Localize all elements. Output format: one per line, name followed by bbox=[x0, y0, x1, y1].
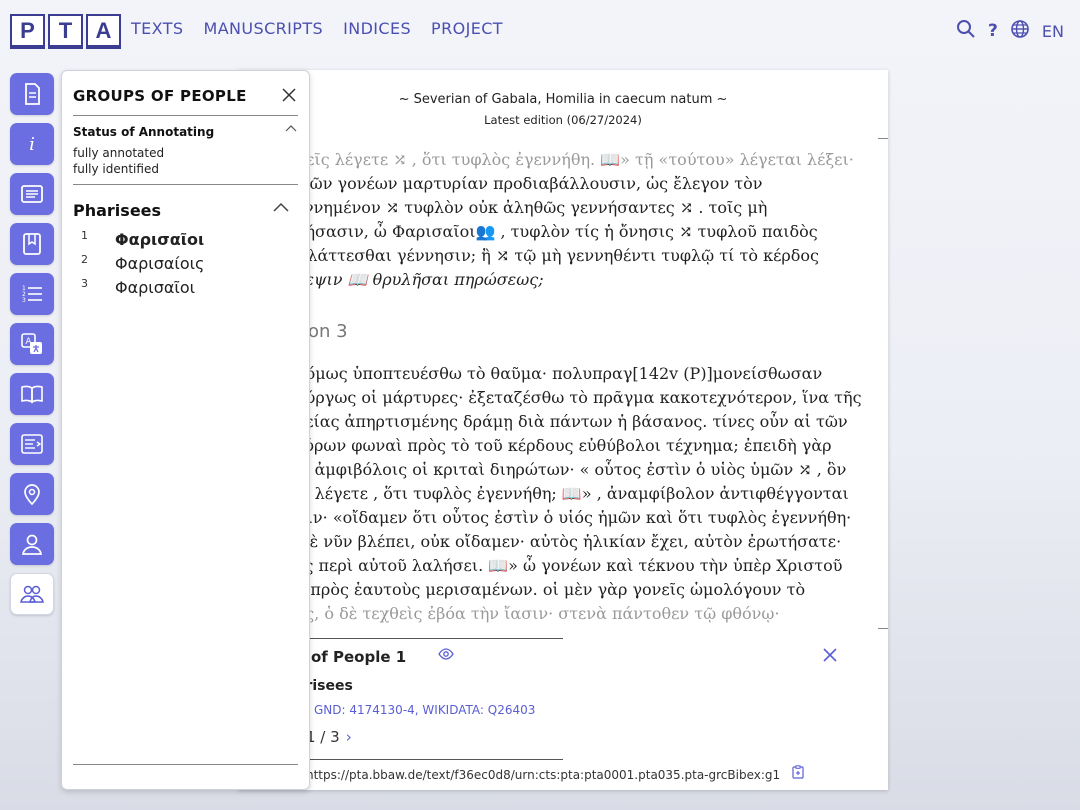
book-icon bbox=[21, 385, 43, 404]
location-icon bbox=[24, 484, 40, 506]
authority-ids[interactable]: GND: 4174130-4, WIKIDATA: Q26403 bbox=[314, 703, 535, 717]
close-icon[interactable] bbox=[822, 644, 838, 668]
document-edition[interactable]: Latest edition (06/27/2024) bbox=[238, 113, 888, 127]
align-icon bbox=[21, 434, 43, 454]
groups-button[interactable] bbox=[10, 573, 54, 615]
item-word: Φαρισαῖοι bbox=[115, 277, 196, 297]
divider bbox=[73, 764, 298, 765]
text-button[interactable] bbox=[10, 173, 54, 215]
document-button[interactable] bbox=[10, 73, 54, 115]
list-item[interactable]: 2 Φαρισαίοις bbox=[81, 251, 204, 275]
occurrence-list: 1 Φαρισαῖοι 2 Φαρισαίοις 3 Φαρισαῖοι bbox=[81, 227, 204, 299]
citation-url: https://pta.bbaw.de/text/f36ec0d8/urn:ct… bbox=[306, 765, 804, 782]
text-line: βλεψιν 📖 θρυλῆσαι πηρώσεως; bbox=[286, 270, 544, 289]
page-counter: 1 / 3 bbox=[306, 728, 340, 746]
citation-url-text: https://pta.bbaw.de/text/f36ec0d8/urn:ct… bbox=[306, 768, 781, 782]
status-values: fully annotated fully identified bbox=[73, 145, 164, 177]
nav-indices[interactable]: INDICES bbox=[343, 19, 411, 38]
top-bar: P T A TEXTS MANUSCRIPTS INDICES PROJECT … bbox=[0, 0, 1080, 62]
person-button[interactable] bbox=[10, 523, 54, 565]
document-header: ~ Severian of Gabala, Homilia in caecum … bbox=[238, 92, 888, 127]
document-view: ~ Severian of Gabala, Homilia in caecum … bbox=[238, 70, 888, 790]
book-button[interactable] bbox=[10, 373, 54, 415]
text-icon bbox=[21, 185, 43, 203]
groups-panel: GROUPS OF PEOPLE Status of Annotating fu… bbox=[61, 70, 310, 790]
panel-title: GROUPS OF PEOPLE bbox=[73, 87, 247, 105]
text-line: τὸς περὶ αὐτοῦ λαλήσει. 📖» ὦ γονέων καὶ … bbox=[286, 556, 843, 575]
text-line: ς δὲ νῦν βλέπει, οὐκ οἴδαμεν· αὐτὸς ἡλικ… bbox=[286, 532, 842, 551]
divider bbox=[73, 184, 298, 185]
globe-icon[interactable] bbox=[1010, 19, 1030, 43]
list-item[interactable]: 1 Φαρισαῖοι bbox=[81, 227, 204, 251]
group-name[interactable]: Pharisees bbox=[73, 201, 161, 220]
divider bbox=[73, 115, 298, 116]
document-title: ~ Severian of Gabala, Homilia in caecum … bbox=[398, 92, 728, 107]
bookmark-icon bbox=[23, 233, 41, 255]
search-icon[interactable] bbox=[956, 19, 976, 43]
text-line: ννήσασιν, ὦ Φαρισαῖοι👥 , τυφλὸν τίς ἡ ὄν… bbox=[286, 222, 818, 241]
groups-icon bbox=[20, 585, 44, 603]
document-text: ὑμεῖς λέγετε ⤮ , ὅτι τυφλὸς ἐγεννήθη. 📖»… bbox=[286, 148, 862, 626]
status-value: fully annotated bbox=[73, 146, 165, 160]
text-line: ην πρὸς ἑαυτοὺς μερισαμένων. οἱ μὲν γὰρ … bbox=[286, 580, 806, 599]
nav-texts[interactable]: TEXTS bbox=[131, 19, 184, 38]
section-heading: ction 3 bbox=[286, 321, 348, 342]
numbered-list-button[interactable]: 123 bbox=[10, 273, 54, 315]
person-icon bbox=[21, 534, 43, 555]
nav-manuscripts[interactable]: MANUSCRIPTS bbox=[204, 19, 324, 38]
location-button[interactable] bbox=[10, 473, 54, 515]
logo-letter: T bbox=[48, 14, 83, 47]
text-line: κούργως οἱ μάρτυρες· ἐξεταζέσθω τὸ πρᾶγμ… bbox=[286, 388, 862, 407]
document-icon bbox=[25, 83, 40, 105]
chevron-up-icon[interactable] bbox=[273, 197, 289, 216]
text-line: ρτύρων φωναὶ πρὸς τὸ τοῦ κέρδους εὐθύβολ… bbox=[286, 436, 832, 455]
eye-icon[interactable] bbox=[438, 648, 454, 664]
help-button[interactable]: ? bbox=[988, 21, 998, 41]
top-right-controls: ? EN bbox=[956, 19, 1064, 43]
text-line: ὑμεῖς λέγετε ⤮ , ὅτι τυφλὸς ἐγεννήθη. 📖»… bbox=[286, 150, 854, 169]
status-heading[interactable]: Status of Annotating bbox=[73, 125, 214, 139]
left-toolbar: i 123 A bbox=[10, 73, 54, 623]
pagination: 1 / 3 › bbox=[306, 728, 352, 746]
bookmark-button[interactable] bbox=[10, 223, 54, 265]
chevron-right-icon[interactable]: › bbox=[346, 728, 352, 746]
text-line: απλάττεσθαι γέννησιν; ἢ ⤮ τῷ μὴ γεννηθέν… bbox=[286, 246, 819, 265]
nav-project[interactable]: PROJECT bbox=[431, 19, 503, 38]
clipboard-icon[interactable] bbox=[788, 765, 804, 782]
translate-icon: A bbox=[21, 333, 42, 354]
info-icon: i bbox=[29, 134, 35, 155]
item-word: Φαρισαίοις bbox=[115, 253, 205, 273]
numbered-list-icon: 123 bbox=[22, 285, 42, 304]
text-line: ἐπ' ἀμφιβόλοις οἱ κριταὶ διηρώτων· « οὗτ… bbox=[286, 460, 847, 479]
text-line: εῖς λέγετε , ὅτι τυφλὸς ἐγεννήθη; 📖» , ἀ… bbox=[286, 484, 849, 503]
item-number: 3 bbox=[81, 277, 88, 290]
logo-letter: P bbox=[10, 14, 45, 47]
text-line: λ' ὅμως ὑποπτευέσθω τὸ θαῦμα· πολυπραγ[1… bbox=[286, 364, 823, 383]
status-value: fully identified bbox=[73, 162, 159, 176]
text-line: ηθείας ἀπηρτισμένης δράμῃ διὰ πάντων ἡ β… bbox=[286, 412, 848, 431]
pta-logo[interactable]: P T A bbox=[10, 14, 124, 47]
svg-text:3: 3 bbox=[22, 297, 26, 304]
align-button[interactable] bbox=[10, 423, 54, 465]
chevron-up-icon[interactable] bbox=[285, 121, 297, 135]
logo-letter: A bbox=[86, 14, 121, 47]
annotation-card: oup of People 1 arisees GND: 4174130-4, … bbox=[238, 638, 888, 790]
svg-text:i: i bbox=[29, 134, 35, 155]
item-word: Φαρισαῖοι bbox=[115, 229, 205, 249]
language-selector[interactable]: EN bbox=[1042, 22, 1064, 41]
text-line: ν τῶν γονέων μαρτυρίαν προδιαβάλλουσιν, … bbox=[286, 174, 763, 193]
info-button[interactable]: i bbox=[10, 123, 54, 165]
main-nav: TEXTS MANUSCRIPTS INDICES PROJECT bbox=[131, 19, 503, 38]
close-icon[interactable] bbox=[281, 84, 297, 108]
item-number: 2 bbox=[81, 253, 88, 266]
item-number: 1 bbox=[81, 229, 88, 242]
divider bbox=[878, 628, 888, 629]
list-item[interactable]: 3 Φαρισαῖοι bbox=[81, 275, 204, 299]
divider bbox=[878, 138, 888, 139]
text-line: θος, ὁ δὲ τεχθεὶς ἐβόα τὴν ἴασιν· στενὰ … bbox=[286, 604, 780, 623]
text-line: ῦσιν· «οἴδαμεν ὅτι οὗτος ἐστὶν ὁ υἱός ἡμ… bbox=[286, 508, 852, 527]
text-line: γεννημένον ⤮ τυφλὸν οὐκ ἀληθῶς γεννήσαντ… bbox=[286, 198, 768, 217]
translate-button[interactable]: A bbox=[10, 323, 54, 365]
